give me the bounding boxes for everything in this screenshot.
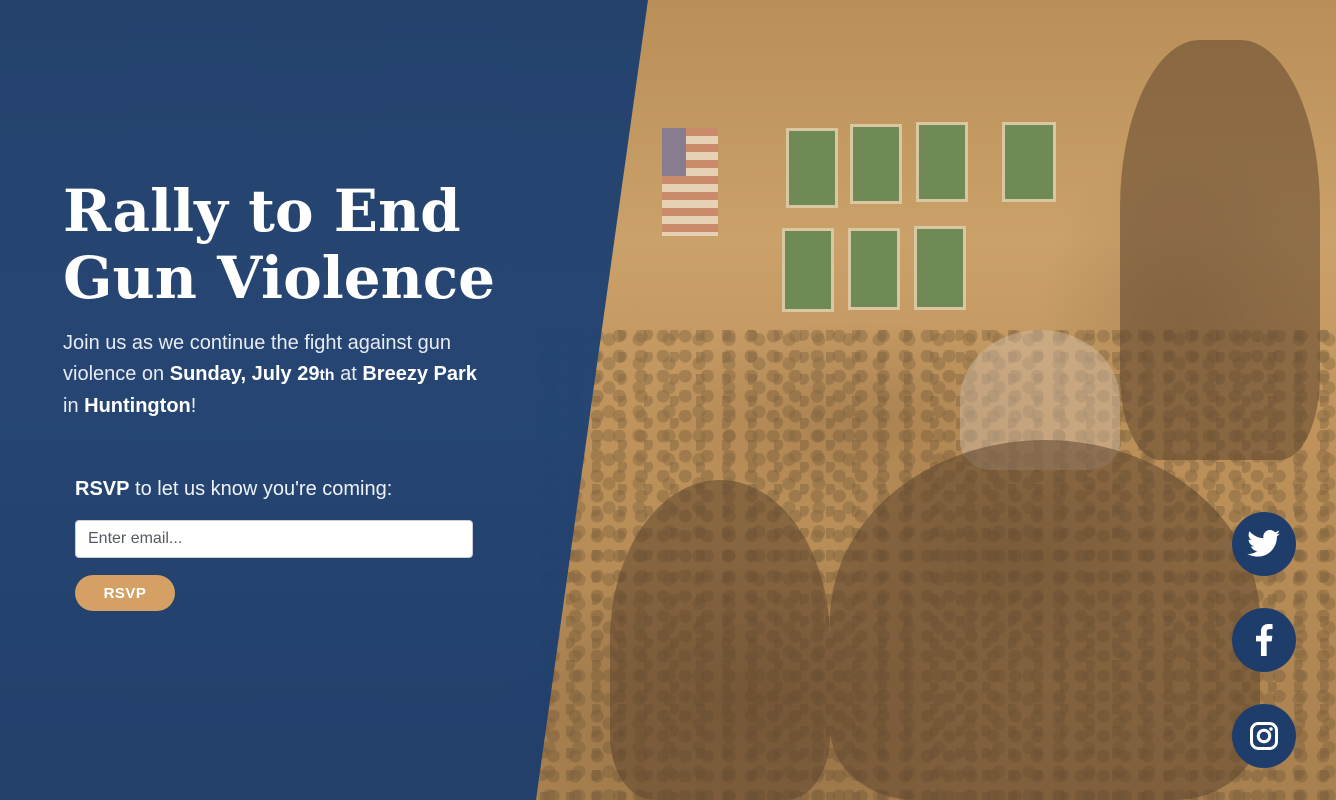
championship-banner bbox=[782, 228, 834, 312]
facebook-button[interactable] bbox=[1232, 608, 1296, 672]
rsvp-button[interactable]: RSVP bbox=[75, 575, 175, 611]
person-silhouette bbox=[610, 480, 830, 800]
desc-end: ! bbox=[190, 395, 197, 417]
title-line-2: Gun Violence bbox=[63, 244, 496, 312]
american-flag-image bbox=[662, 128, 718, 236]
championship-banner bbox=[848, 228, 900, 310]
person-silhouette bbox=[830, 440, 1260, 800]
event-city: Huntington bbox=[84, 395, 191, 417]
championship-banner bbox=[786, 128, 838, 208]
championship-banner bbox=[914, 226, 966, 310]
event-date: Sunday, July 29 bbox=[169, 363, 320, 385]
championship-banner bbox=[1002, 122, 1056, 202]
rsvp-prompt: RSVP to let us know you're coming: bbox=[75, 478, 392, 501]
title-line-1: Rally to End bbox=[63, 177, 461, 245]
desc-at: at bbox=[334, 363, 363, 385]
championship-banner bbox=[916, 122, 968, 202]
page-title: Rally to End Gun Violence bbox=[63, 178, 533, 312]
event-description: Join us as we continue the fight against… bbox=[63, 328, 483, 422]
instagram-icon bbox=[1250, 722, 1278, 750]
event-venue: Breezy Park bbox=[362, 363, 477, 385]
rsvp-prompt-text: to let us know you're coming: bbox=[129, 478, 393, 500]
person-silhouette bbox=[1120, 40, 1320, 460]
twitter-button[interactable] bbox=[1232, 512, 1296, 576]
twitter-icon bbox=[1247, 530, 1281, 557]
desc-in: in bbox=[63, 395, 85, 417]
instagram-button[interactable] bbox=[1232, 704, 1296, 768]
championship-banner bbox=[850, 124, 902, 204]
rsvp-prompt-bold: RSVP bbox=[75, 478, 130, 500]
email-input[interactable] bbox=[75, 520, 473, 558]
event-date-suffix: th bbox=[319, 367, 335, 384]
facebook-icon bbox=[1256, 624, 1273, 656]
